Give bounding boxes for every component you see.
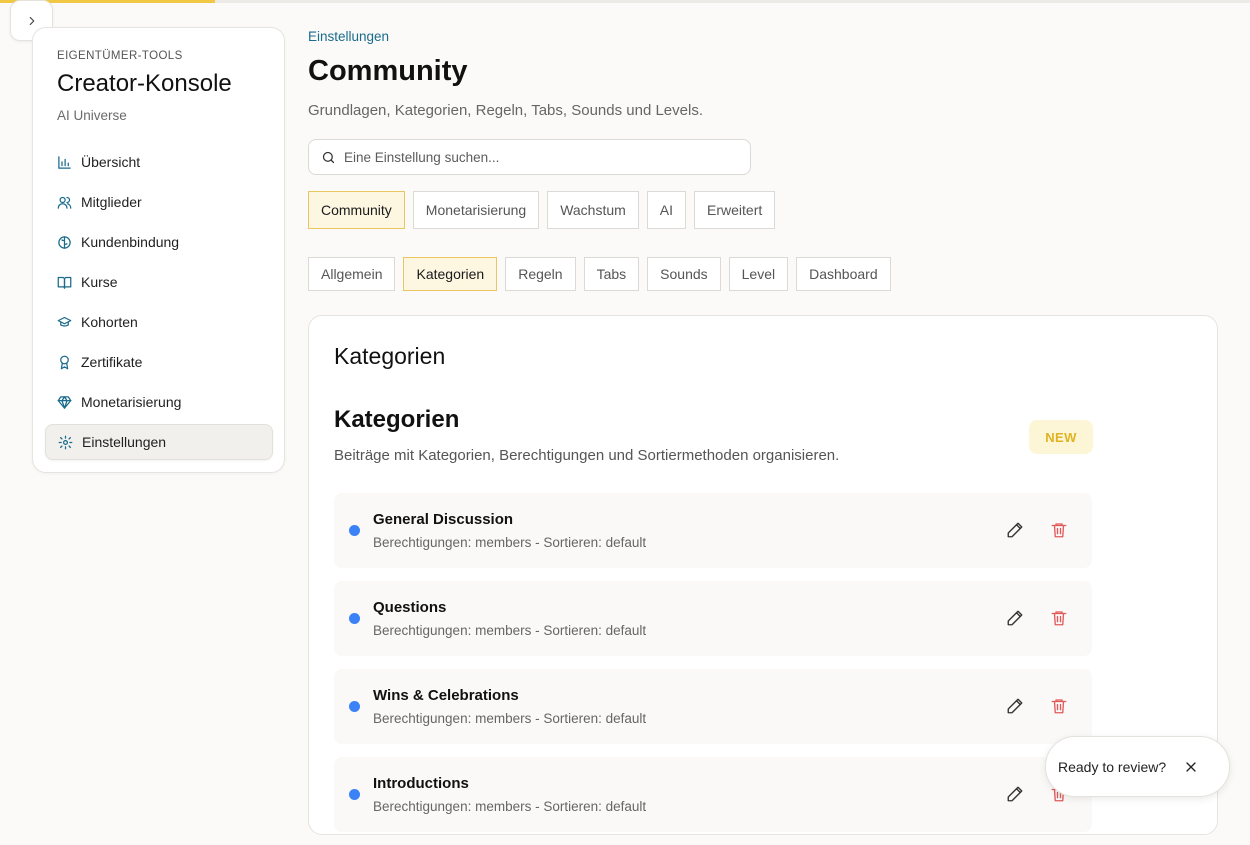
card-title: Kategorien (334, 343, 446, 369)
category-row: Questions Berechtigungen: members - Sort… (334, 581, 1092, 656)
sidebar-kicker: EIGENTÜMER-TOOLS (57, 50, 183, 62)
secondary-tabs: Allgemein Kategorien Regeln Tabs Sounds … (308, 257, 899, 291)
category-name: Wins & Celebrations (373, 687, 519, 704)
subtab-sounds[interactable]: Sounds (647, 257, 721, 291)
pencil-icon[interactable] (1006, 697, 1024, 715)
tab-monetarisierung[interactable]: Monetarisierung (412, 191, 540, 229)
category-row: General Discussion Berechtigungen: membe… (334, 493, 1092, 568)
main-content: Einstellungen Community Grundlagen, Kate… (308, 0, 1218, 835)
search-icon (322, 151, 335, 163)
subtab-dashboard[interactable]: Dashboard (796, 257, 891, 291)
review-toast: Ready to review? (1045, 736, 1230, 797)
subtab-allgemein[interactable]: Allgemein (308, 257, 396, 291)
close-icon[interactable] (1183, 759, 1199, 775)
sidebar-item-label: Kundenbindung (81, 234, 180, 250)
sidebar-item-label: Kurse (81, 274, 118, 290)
sidebar-item-einstellungen[interactable]: Einstellungen (45, 424, 273, 460)
category-row: Wins & Celebrations Berechtigungen: memb… (334, 669, 1092, 744)
primary-tabs: Community Monetarisierung Wachstum AI Er… (308, 191, 783, 229)
page-title: Community (308, 55, 468, 87)
search-input[interactable] (344, 149, 724, 165)
sidebar-item-uebersicht[interactable]: Übersicht (45, 144, 273, 180)
gear-icon (57, 434, 73, 450)
tab-community[interactable]: Community (308, 191, 405, 229)
sidebar-item-label: Zertifikate (81, 354, 143, 370)
sidebar-subtitle: AI Universe (57, 108, 127, 123)
category-meta: Berechtigungen: members - Sortieren: def… (373, 711, 647, 726)
page-subtitle: Grundlagen, Kategorien, Regeln, Tabs, So… (308, 102, 703, 119)
category-color-dot (349, 525, 360, 536)
sidebar-item-label: Einstellungen (82, 434, 167, 450)
sidebar-item-mitglieder[interactable]: Mitglieder (45, 184, 273, 220)
subtab-tabs[interactable]: Tabs (583, 257, 640, 291)
trash-icon[interactable] (1050, 609, 1068, 627)
category-meta: Berechtigungen: members - Sortieren: def… (373, 623, 647, 638)
subtab-kategorien[interactable]: Kategorien (403, 257, 498, 291)
sidebar-item-kundenbindung[interactable]: Kundenbindung (45, 224, 273, 260)
trash-icon[interactable] (1050, 697, 1068, 715)
sidebar-item-kurse[interactable]: Kurse (45, 264, 273, 300)
gem-icon (56, 394, 72, 410)
breadcrumb[interactable]: Einstellungen (308, 29, 389, 44)
pencil-icon[interactable] (1006, 785, 1024, 803)
sidebar-item-monetarisierung[interactable]: Monetarisierung (45, 384, 273, 420)
sidebar-item-label: Kohorten (81, 314, 138, 330)
category-name: Questions (373, 599, 447, 616)
tab-wachstum[interactable]: Wachstum (547, 191, 639, 229)
bar-chart-icon (56, 154, 72, 170)
category-color-dot (349, 613, 360, 624)
pencil-icon[interactable] (1006, 521, 1024, 539)
category-meta: Berechtigungen: members - Sortieren: def… (373, 799, 647, 814)
pencil-icon[interactable] (1006, 609, 1024, 627)
section-title: Kategorien (334, 406, 460, 433)
brain-icon (56, 234, 72, 250)
section-description: Beiträge mit Kategorien, Berechtigungen … (334, 447, 840, 464)
book-icon (56, 274, 72, 290)
category-list: General Discussion Berechtigungen: membe… (334, 493, 1092, 845)
settings-search (308, 139, 751, 175)
sidebar-item-label: Mitglieder (81, 194, 142, 210)
category-meta: Berechtigungen: members - Sortieren: def… (373, 535, 647, 550)
tab-ai[interactable]: AI (646, 191, 687, 229)
sidebar-item-label: Monetarisierung (81, 394, 182, 410)
users-icon (56, 194, 72, 210)
subtab-level[interactable]: Level (728, 257, 789, 291)
sidebar-item-label: Übersicht (81, 154, 141, 170)
sidebar-title: Creator-Konsole (57, 70, 232, 97)
category-name: Introductions (373, 775, 469, 792)
subtab-regeln[interactable]: Regeln (505, 257, 576, 291)
new-badge: NEW (1029, 420, 1093, 454)
toast-message[interactable]: Ready to review? (1058, 759, 1166, 775)
category-color-dot (349, 701, 360, 712)
award-icon (56, 354, 72, 370)
chevron-right-icon (29, 16, 34, 25)
graduation-cap-icon (56, 314, 72, 330)
category-color-dot (349, 789, 360, 800)
category-row: Introductions Berechtigungen: members - … (334, 757, 1092, 832)
sidebar-nav: Übersicht Mitglieder Kundenbindung Kurse… (45, 144, 273, 464)
sidebar-item-zertifikate[interactable]: Zertifikate (45, 344, 273, 380)
trash-icon[interactable] (1050, 521, 1068, 539)
sidebar: EIGENTÜMER-TOOLS Creator-Konsole AI Univ… (32, 27, 285, 473)
category-name: General Discussion (373, 511, 514, 528)
tab-erweitert[interactable]: Erweitert (694, 191, 776, 229)
sidebar-item-kohorten[interactable]: Kohorten (45, 304, 273, 340)
